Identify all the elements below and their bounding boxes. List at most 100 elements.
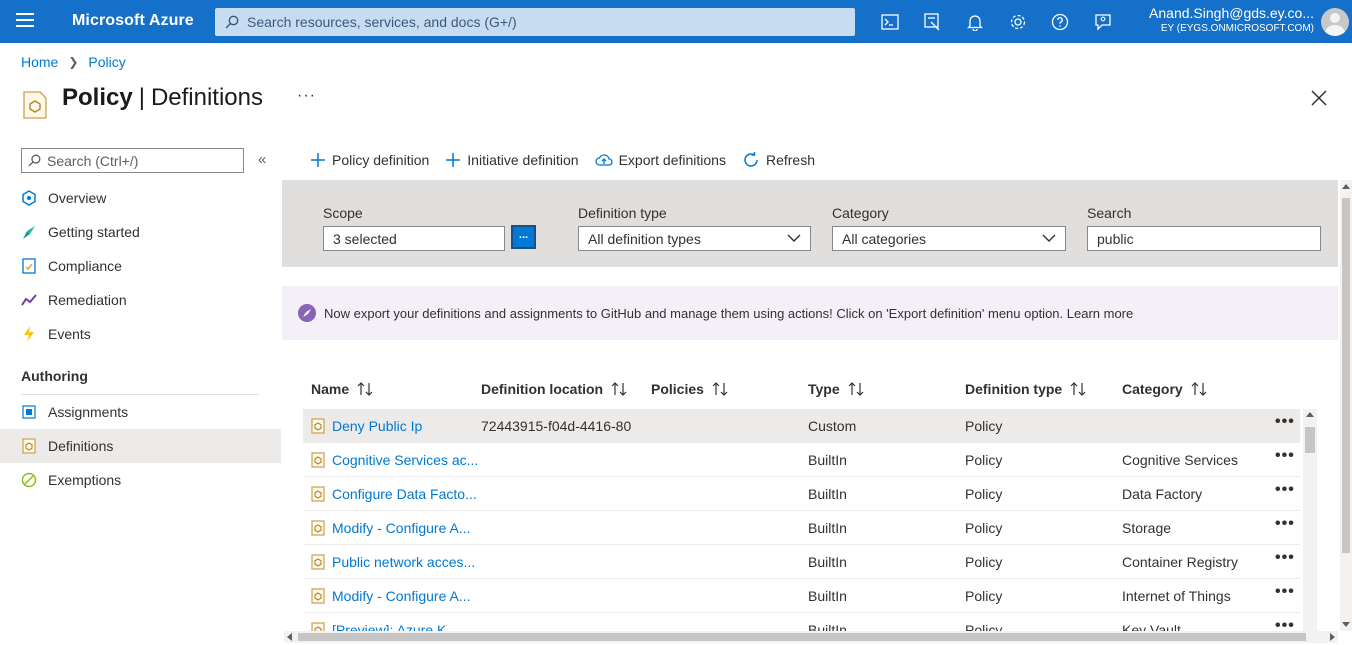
chevron-down-icon [1042,234,1056,242]
cell-definition-location [481,579,631,613]
scope-picker-button[interactable]: ... [511,225,536,249]
sort-icon [711,382,729,396]
search-filter-value: public [1097,230,1134,247]
cell-name-link[interactable]: Cognitive Services ac... [311,443,479,477]
cell-definition-type: Policy [965,486,1003,502]
table-vertical-scrollbar[interactable] [1303,409,1317,631]
row-name: Configure Data Facto... [332,486,477,502]
refresh-button[interactable]: Refresh [742,151,815,169]
refresh-icon [744,152,758,167]
cloud-shell-icon[interactable] [879,11,901,33]
cell-definition-location [481,477,631,511]
directory-filter-icon[interactable] [922,11,944,33]
sidebar-item-definitions[interactable]: Definitions [0,429,281,463]
cloud-upload-icon [594,154,613,166]
table-row[interactable]: [Preview]: Azure K... BuiltIn Policy Key Va… [303,613,1300,631]
rocket-icon [21,224,37,240]
sidebar-item-exemptions[interactable]: Exemptions [0,463,281,497]
account-info[interactable]: Anand.Singh@gds.ey.co... EY (EYGS.ONMICR… [1149,5,1314,35]
avatar[interactable] [1321,8,1349,36]
table-row[interactable]: Configure Data Facto... BuiltIn Policy Data… [303,477,1300,511]
cell-type: BuiltIn [808,554,847,570]
cell-name-link[interactable]: Public network acces... [311,545,479,579]
category-dropdown[interactable]: All categories [832,226,1066,251]
account-user: Anand.Singh@gds.ey.co... [1149,5,1314,21]
sidebar-item-assignments[interactable]: Assignments [0,395,281,429]
cell-definition-type: Policy [965,418,1003,434]
row-more-button[interactable]: ••• [1275,516,1295,532]
cell-policies [651,477,801,511]
breadcrumb-policy[interactable]: Policy [88,54,125,70]
row-more-button[interactable]: ••• [1275,584,1295,600]
row-more-button[interactable]: ••• [1275,618,1295,632]
scrollbar-thumb[interactable] [1342,198,1350,553]
page-vertical-scrollbar[interactable] [1340,180,1352,631]
page-title-separator: | [138,84,145,111]
sidebar-item-compliance[interactable]: Compliance [0,249,281,283]
notifications-icon[interactable] [964,11,986,33]
policy-definition-button[interactable]: Policy definition [310,152,429,168]
close-icon[interactable] [1310,89,1328,107]
row-more-button[interactable]: ••• [1275,482,1295,498]
search-filter-input[interactable]: public [1087,226,1321,251]
export-definitions-button[interactable]: Export definitions [594,152,726,168]
more-options-button[interactable]: ··· [297,87,316,105]
definition-type-dropdown[interactable]: All definition types [578,226,811,251]
definition-type-label: Definition type [578,205,667,221]
feedback-icon[interactable] [1092,11,1114,33]
search-icon [225,15,239,29]
sidebar-item-label: Compliance [48,258,122,274]
column-header-definition-location[interactable]: Definition location [481,381,628,397]
top-bar: Microsoft Azure Search resources, servic… [0,0,1352,43]
account-tenant: EY (EYGS.ONMICROSOFT.COM) [1160,23,1314,35]
scrollbar-thumb[interactable] [1305,427,1315,453]
table-row[interactable]: Deny Public Ip 72443915-f04d-4416-80... Cu… [303,409,1300,443]
policy-icon [23,91,47,119]
table-row[interactable]: Modify - Configure A... BuiltIn Policy Stor… [303,511,1300,545]
column-header-type[interactable]: Type [808,381,865,397]
column-header-definition-type[interactable]: Definition type [965,381,1087,397]
brand-title[interactable]: Microsoft Azure [72,12,194,30]
settings-icon[interactable] [1007,11,1029,33]
refresh-label: Refresh [765,152,816,168]
global-search-input[interactable]: Search resources, services, and docs (G+… [215,8,855,36]
sidebar-item-remediation[interactable]: Remediation [0,283,281,317]
cell-name-link[interactable]: [Preview]: Azure K... [311,613,479,631]
row-name: Public network acces... [332,554,476,570]
collapse-nav-icon[interactable]: « [258,151,266,168]
table-row[interactable]: Public network acces... BuiltIn Policy Cont… [303,545,1300,579]
page-title-sub: Definitions [150,84,263,111]
sidebar-item-events[interactable]: Events [0,317,281,351]
row-more-button[interactable]: ••• [1275,448,1295,464]
sort-icon [1190,382,1208,396]
sort-icon [847,382,865,396]
scope-field[interactable]: 3 selected [323,226,505,251]
row-more-button[interactable]: ••• [1275,550,1295,566]
help-icon[interactable] [1049,11,1071,33]
sidebar-item-getting-started[interactable]: Getting started [0,215,281,249]
breadcrumb-home[interactable]: Home [21,54,58,70]
scrollbar-thumb[interactable] [298,633,1306,641]
column-header-policies[interactable]: Policies [651,381,729,397]
cell-type: Custom [808,418,857,434]
table-row[interactable]: Cognitive Services ac... BuiltIn Policy Cog… [303,443,1300,477]
sidebar-item-label: Assignments [48,404,129,420]
table-row[interactable]: Modify - Configure A... BuiltIn Policy Inte… [303,579,1300,613]
hamburger-menu-icon[interactable] [16,13,34,29]
cell-policies [651,443,801,477]
table-horizontal-scrollbar[interactable] [284,631,1338,643]
sidebar-item-overview[interactable]: Overview [0,181,281,215]
column-header-name[interactable]: Name [311,381,374,397]
policy-definition-icon [311,622,325,631]
cell-name-link[interactable]: Deny Public Ip [311,409,479,443]
cell-name-link[interactable]: Configure Data Facto... [311,477,479,511]
column-header-category[interactable]: Category [1122,381,1208,397]
cell-policies [651,409,801,443]
cell-name-link[interactable]: Modify - Configure A... [311,511,479,545]
initiative-definition-button[interactable]: Initiative definition [445,152,579,168]
row-name: Modify - Configure A... [332,588,471,604]
row-more-button[interactable]: ••• [1275,414,1295,430]
info-banner-text[interactable]: Now export your definitions and assignme… [324,306,1133,321]
nav-search-input[interactable]: Search (Ctrl+/) [21,148,244,173]
cell-name-link[interactable]: Modify - Configure A... [311,579,479,613]
